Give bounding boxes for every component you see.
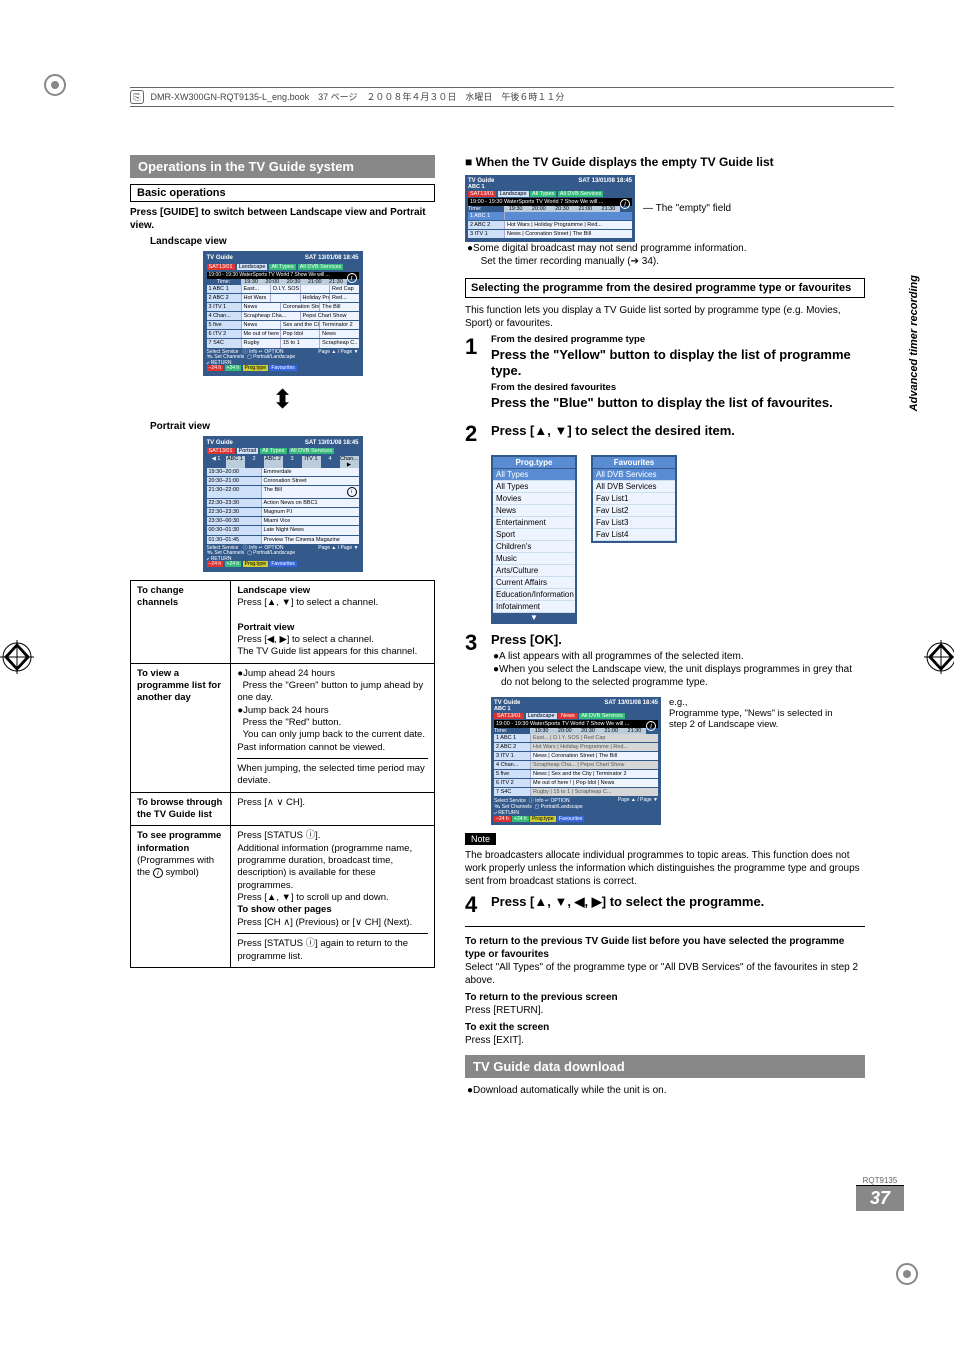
note-text: The broadcasters allocate individual pro… [465,849,865,888]
return-prev-screen-heading: To return to the previous screen [465,992,618,1003]
registration-icon [892,1259,922,1289]
chevron-down-icon: ▼ [493,613,575,622]
header-strip: ⎘ DMR-XW300GN-RQT9135-L_eng.book 37 ページ … [130,87,894,107]
portrait-label: Portrait view [150,421,435,432]
step-2-number: 2 [465,421,487,447]
empty-field-callout: — The "empty" field [643,203,731,214]
step-1-number: 1 [465,334,487,360]
favourites-menu: Favourites All DVB ServicesAll DVB Servi… [591,455,677,543]
row-prog-info: To see programme information (Programmes… [131,826,231,967]
empty-guide-heading: ■ When the TV Guide displays the empty T… [465,155,865,169]
alignment-arrow-right-icon [924,640,954,670]
section-title: Operations in the TV Guide system [130,155,435,178]
note-label: Note [465,833,496,845]
tv-guide-news-thumb: TV GuideSAT 13/01/08 18:45 ABC 1 SAT13/0… [491,697,661,825]
operations-table: To change channels Landscape view Press … [130,580,435,968]
rqt-code: RQT9135 [856,1176,904,1185]
section-side-label: Advanced timer recording [908,275,920,411]
book-icon: ⎘ [130,90,144,104]
vertical-swap-icon: ⬍ [130,384,435,415]
alignment-arrow-left-icon [0,640,30,670]
header-strip-text: DMR-XW300GN-RQT9135-L_eng.book 37 ページ ２０… [151,92,565,102]
registration-icon [40,70,70,100]
row-change-channels: To change channels [131,580,231,663]
page-number-box: RQT9135 37 [856,1176,904,1211]
return-prev-guide-heading: To return to the previous TV Guide list … [465,936,844,960]
tv-guide-portrait-thumb: TV GuideSAT 13/01/08 18:45 SAT13/01 Port… [203,436,363,572]
data-download-heading: TV Guide data download [465,1055,865,1078]
page-number: 37 [856,1185,904,1211]
step-4-number: 4 [465,892,487,918]
basic-operations-heading: Basic operations [130,184,435,202]
tv-guide-empty-thumb: TV GuideSAT 13/01/08 18:45 ABC 1 SAT13/0… [465,175,635,242]
row-browse: To browse through the TV Guide list [131,792,231,826]
landscape-label: Landscape view [150,236,435,247]
exit-screen-heading: To exit the screen [465,1022,549,1033]
row-another-day: To view a programme list for another day [131,663,231,792]
example-caption: e.g., Programme type, "News" is selected… [669,697,849,730]
selecting-programme-intro: This function lets you display a TV Guid… [465,304,865,330]
step-3-number: 3 [465,630,487,656]
press-guide-text: Press [GUIDE] to switch between Landscap… [130,207,426,231]
selecting-programme-heading: Selecting the programme from the desired… [465,278,865,298]
tv-guide-landscape-thumb: TV GuideSAT 13/01/08 18:45 SAT13/01 Land… [203,251,363,376]
progtype-menu: Prog.type All TypesAll TypesMoviesNewsEn… [491,455,577,624]
